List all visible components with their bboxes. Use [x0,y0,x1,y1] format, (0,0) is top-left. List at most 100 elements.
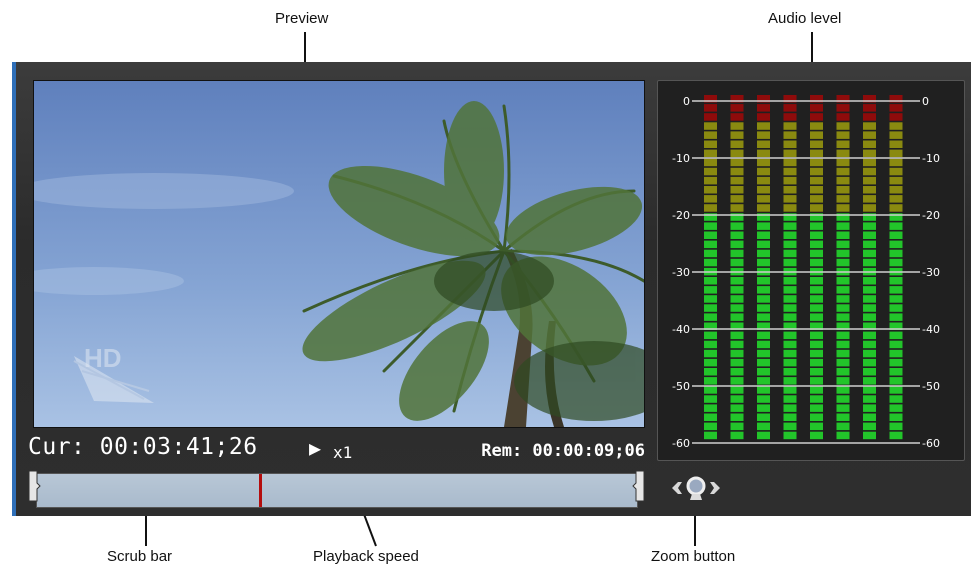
meter-segment [810,204,823,212]
meter-segment [783,413,797,421]
meter-scale-label-left: 0 [683,95,690,108]
scrub-playhead[interactable] [259,474,262,507]
meter-segment [783,104,797,112]
meter-segment [810,222,823,230]
meter-segment [783,395,797,403]
meter-segment [757,131,770,139]
meter-segment [783,122,797,130]
scrub-left-handle-icon[interactable] [27,469,41,503]
meter-segment [730,295,744,303]
scrub-bar[interactable] [36,473,638,508]
meter-segment [863,240,876,249]
meter-segment [889,377,903,385]
meter-segment [757,231,770,239]
meter-segment [863,186,876,194]
meter-segment [704,195,717,203]
remaining-timecode: Rem: 00:00:09;06 [481,441,645,461]
current-timecode: Cur: 00:03:41;26 [28,434,258,460]
meter-segment [810,158,823,167]
meter-segment [704,277,717,285]
meter-segment [757,140,770,148]
meter-segment [704,286,717,294]
meter-segment [730,277,744,285]
meter-segment [730,368,744,376]
meter-segment [863,149,876,158]
meter-segment [810,258,823,267]
meter-scale-label-left: -10 [672,152,690,165]
meter-segment [889,204,903,212]
meter-segment [810,113,823,121]
meter-segment [783,286,797,294]
meter-segment [704,231,717,239]
meter-segment [836,395,850,403]
meter-segment [757,158,770,167]
meter-scale-label-left: -20 [672,209,690,222]
meter-segment [704,368,717,376]
meter-segment [863,122,876,130]
meter-segment [757,149,770,158]
meter-segment [836,222,850,230]
meter-segment [730,140,744,148]
meter-segment [836,331,850,340]
meter-segment [836,149,850,158]
meter-segment [783,258,797,267]
meter-segment [836,304,850,312]
magnifier-icon[interactable] [668,474,724,502]
meter-segment [730,176,744,185]
callout-zoom-button-label: Zoom button [651,548,736,565]
meter-segment [783,304,797,312]
meter-segment [863,140,876,148]
playback-speed[interactable]: x1 [333,443,352,462]
meter-segment [836,104,850,112]
meter-segment [810,167,823,176]
meter-segment [810,295,823,303]
preview-window[interactable]: HD [33,80,645,428]
meter-segment [810,249,823,258]
meter-segment [783,167,797,176]
meter-segment [836,404,850,412]
meter-segment [730,231,744,239]
play-icon[interactable]: ▶ [309,436,321,460]
meter-segment [783,358,797,367]
meter-segment [836,349,850,358]
meter-segment [704,331,717,340]
meter-scale-label-right: -40 [922,323,940,336]
callout-playback-speed-label: Playback speed [313,548,419,565]
meter-segment [730,358,744,367]
meter-segment [757,249,770,258]
meter-segment [863,131,876,139]
meter-segment [704,395,717,403]
meter-segment [836,313,850,321]
meter-segment [889,222,903,230]
meter-segment [889,195,903,203]
callout-scrub-bar-label: Scrub bar [107,548,173,565]
meter-segment [863,277,876,285]
meter-segment [889,149,903,158]
meter-segment [757,277,770,285]
meter-segment [836,422,850,431]
meter-segment [783,368,797,376]
meter-segment [889,295,903,303]
scrub-right-handle-icon[interactable] [632,469,646,503]
meter-segment [889,349,903,358]
meter-segment [889,277,903,285]
meter-segment [810,131,823,139]
preview-frame-image [34,81,644,427]
meter-segment [783,113,797,121]
meter-segment [810,149,823,158]
meter-segment [730,195,744,203]
meter-segment [757,113,770,121]
meter-scale-label-left: -40 [672,323,690,336]
meter-segment [783,176,797,185]
timecode-bar: Cur: 00:03:41;26 ▶ x1 Rem: 00:00:09;06 [28,432,645,462]
meter-segment [836,240,850,249]
meter-segment [783,422,797,431]
meter-segment [730,113,744,121]
meter-segment [757,104,770,112]
meter-segment [810,240,823,249]
meter-segment [757,258,770,267]
meter-segment [810,140,823,148]
meter-segment [783,231,797,239]
meter-segment [889,386,903,394]
meter-segment [810,386,823,394]
